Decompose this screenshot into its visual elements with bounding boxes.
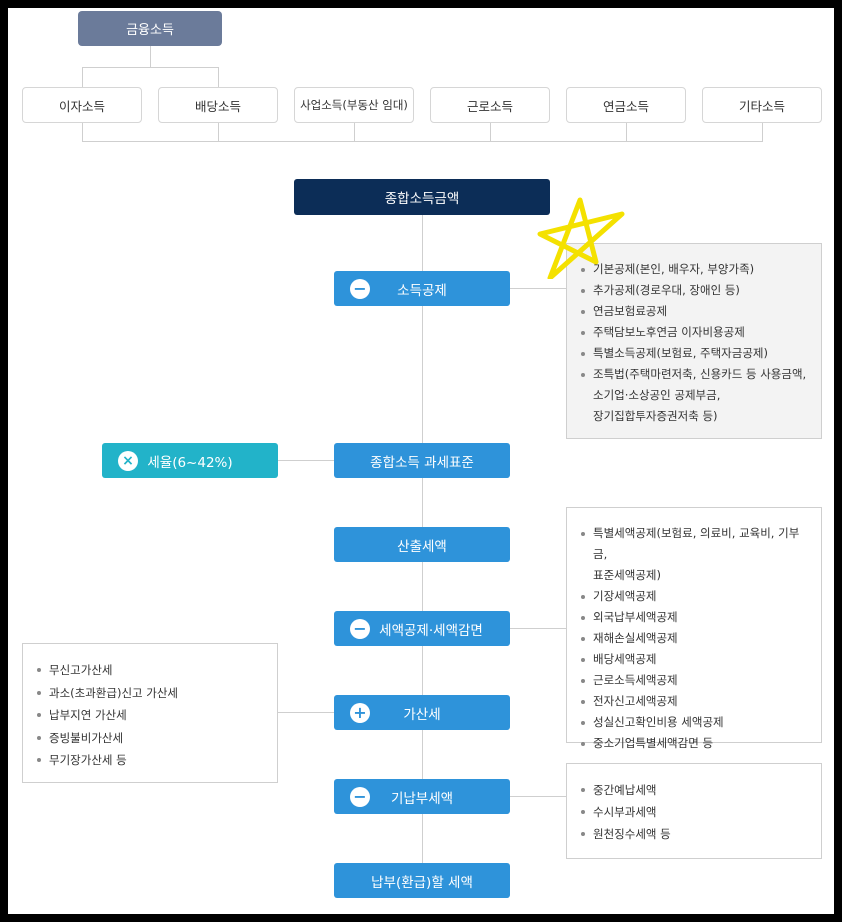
list-item: 추가공제(경로우대, 장애인 등) xyxy=(579,280,811,301)
list-item: 연금보험료공제 xyxy=(579,301,811,322)
source-label: 배당소득 xyxy=(194,98,241,114)
tax-rate-label: 세율(6~42%) xyxy=(147,454,233,471)
list-item-continued: 소기업·소상공인 공제부금, xyxy=(593,388,721,402)
list-item: 중소기업특별세액감면 등 xyxy=(579,733,813,754)
connector xyxy=(82,67,219,68)
multiply-icon: × xyxy=(118,450,138,471)
source-label: 근로소득 xyxy=(466,98,513,114)
connector xyxy=(82,122,83,142)
connector xyxy=(82,67,83,88)
tax-credit-label: 세액공제·세액감면 xyxy=(379,622,483,639)
connector xyxy=(354,122,355,142)
connector xyxy=(82,141,763,142)
tax-base-box: 종합소득 과세표준 xyxy=(334,443,510,478)
prepaid-tax-label: 기납부세액 xyxy=(390,790,454,807)
tax-rate-box: × 세율(6~42%) xyxy=(102,443,278,478)
list-item: 외국납부세액공제 xyxy=(579,607,813,628)
connector xyxy=(509,288,567,289)
list-item-continued: 표준세액공제) xyxy=(593,568,661,582)
list-item: 원천징수세액 등 xyxy=(579,823,813,845)
connector xyxy=(218,122,219,142)
connector xyxy=(277,460,335,461)
connector xyxy=(762,122,763,142)
income-deduction-box: − 소득공제 xyxy=(334,271,510,306)
list-item: 중간예납세액 xyxy=(579,779,813,801)
list-item: 과소(초과환급)신고 가산세 xyxy=(35,682,269,705)
source-business-income: 사업소득(부동산 임대) xyxy=(294,87,414,123)
connector xyxy=(626,122,627,142)
additional-tax-label: 가산세 xyxy=(403,706,441,723)
additional-tax-list: 무신고가산세 과소(초과환급)신고 가산세 납부지연 가산세 증빙불비가산세 무… xyxy=(35,659,269,772)
list-item: 전자신고세액공제 xyxy=(579,691,813,712)
connector xyxy=(509,628,567,629)
list-item: 조특법(주택마련저축, 신용카드 등 사용금액, xyxy=(579,364,811,385)
source-label: 연금소득 xyxy=(602,98,649,114)
source-earned-income: 근로소득 xyxy=(430,87,550,123)
financial-income-label: 금융소득 xyxy=(126,23,174,38)
star-icon xyxy=(537,197,625,279)
source-label: 기타소득 xyxy=(738,98,785,114)
final-tax-box: 납부(환급)할 세액 xyxy=(334,863,510,898)
source-other-income: 기타소득 xyxy=(702,87,822,123)
list-item: 수시부과세액 xyxy=(579,801,813,823)
computed-tax-label: 산출세액 xyxy=(397,538,447,555)
source-label: 사업소득(부동산 임대) xyxy=(300,98,408,112)
minus-icon: − xyxy=(350,278,370,299)
source-pension-income: 연금소득 xyxy=(566,87,686,123)
tax-flow-diagram: 금융소득 이자소득 배당소득 사업소득(부동산 임대) 근로소득 연금소득 기타… xyxy=(8,8,834,914)
list-item: 성실신고확인비용 세액공제 xyxy=(579,712,813,733)
additional-tax-box: + 가산세 xyxy=(334,695,510,730)
income-deduction-label: 소득공제 xyxy=(397,282,447,299)
connector xyxy=(509,796,567,797)
final-tax-label: 납부(환급)할 세액 xyxy=(371,874,473,891)
list-item: 납부지연 가산세 xyxy=(35,704,269,727)
tax-credit-box: − 세액공제·세액감면 xyxy=(334,611,510,646)
list-item: 배당세액공제 xyxy=(579,649,813,670)
source-dividend-income: 배당소득 xyxy=(158,87,278,123)
list-item-continued: 장기집합투자증권저축 등) xyxy=(593,409,718,423)
connector xyxy=(490,122,491,142)
prepaid-tax-detail-panel: 중간예납세액 수시부과세액 원천징수세액 등 xyxy=(566,763,822,859)
list-item: 재해손실세액공제 xyxy=(579,628,813,649)
list-item: 무기장가산세 등 xyxy=(35,749,269,772)
connector xyxy=(218,67,219,88)
prepaid-tax-list: 중간예납세액 수시부과세액 원천징수세액 등 xyxy=(579,779,813,845)
source-interest-income: 이자소득 xyxy=(22,87,142,123)
list-item: 특별소득공제(보험료, 주택자금공제) xyxy=(579,343,811,364)
plus-icon: + xyxy=(350,702,370,723)
connector xyxy=(277,712,335,713)
tax-credit-detail-panel: 특별세액공제(보험료, 의료비, 교육비, 기부금, 표준세액공제) 기장세액공… xyxy=(566,507,822,750)
total-income-label: 종합소득금액 xyxy=(384,191,460,207)
tax-credit-list: 특별세액공제(보험료, 의료비, 교육비, 기부금, 표준세액공제) 기장세액공… xyxy=(579,523,813,754)
income-deduction-list: 기본공제(본인, 배우자, 부양가족) 추가공제(경로우대, 장애인 등) 연금… xyxy=(579,259,811,427)
source-label: 이자소득 xyxy=(58,98,105,114)
list-item: 주택담보노후연금 이자비용공제 xyxy=(579,322,811,343)
minus-icon: − xyxy=(350,618,370,639)
financial-income-header: 금융소득 xyxy=(78,11,222,46)
connector xyxy=(150,46,151,67)
list-item: 무신고가산세 xyxy=(35,659,269,682)
list-item: 특별세액공제(보험료, 의료비, 교육비, 기부금, xyxy=(579,523,813,565)
additional-tax-detail-panel: 무신고가산세 과소(초과환급)신고 가산세 납부지연 가산세 증빙불비가산세 무… xyxy=(22,643,278,783)
list-item: 증빙불비가산세 xyxy=(35,727,269,750)
minus-icon: − xyxy=(350,786,370,807)
tax-base-label: 종합소득 과세표준 xyxy=(370,454,474,471)
list-item: 근로소득세액공제 xyxy=(579,670,813,691)
prepaid-tax-box: − 기납부세액 xyxy=(334,779,510,814)
computed-tax-box: 산출세액 xyxy=(334,527,510,562)
total-income-box: 종합소득금액 xyxy=(294,179,550,215)
list-item: 기장세액공제 xyxy=(579,586,813,607)
